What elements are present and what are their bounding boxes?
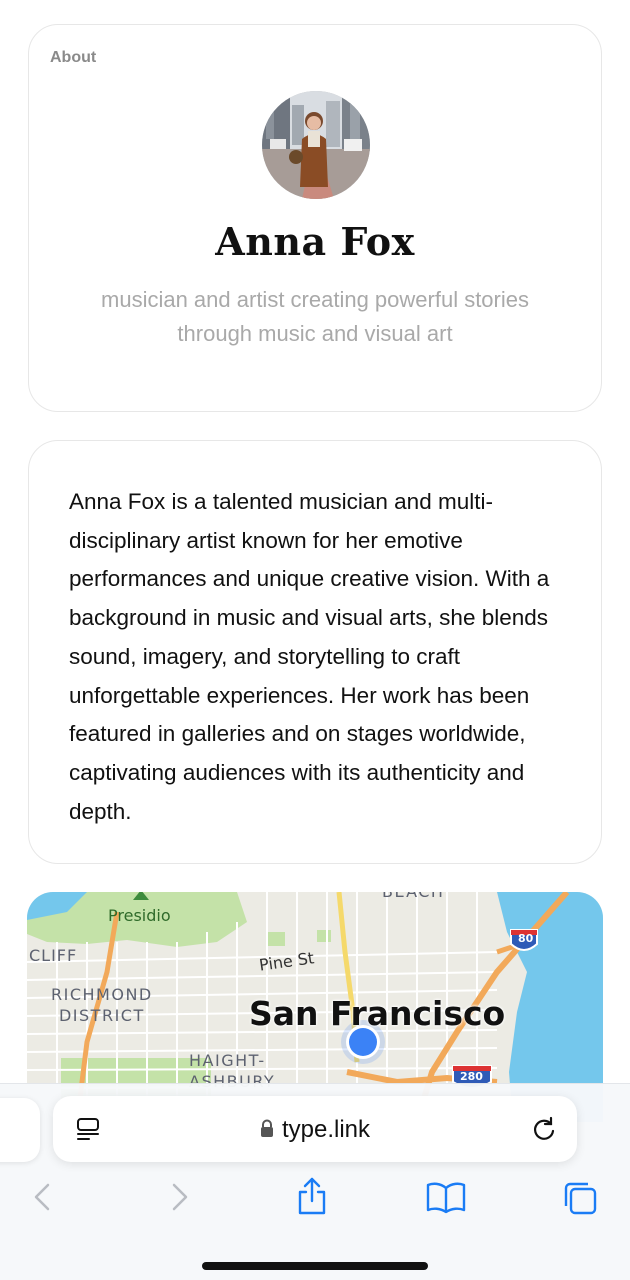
map-label-city: San Francisco xyxy=(249,994,506,1033)
forward-icon[interactable] xyxy=(166,1180,192,1219)
previous-tab-peek[interactable] xyxy=(0,1098,40,1162)
profile-card: About Anna Fox musician and artist creat… xyxy=(28,24,602,412)
section-label: About xyxy=(50,49,97,66)
profile-tagline: musician and artist creating powerful st… xyxy=(101,287,529,346)
map-label-cliff: CLIFF xyxy=(29,946,78,965)
browser-toolbar: type.link xyxy=(0,1083,630,1280)
highway-280-label: 280 xyxy=(460,1070,483,1083)
map-label-presidio: Presidio xyxy=(108,906,171,925)
home-indicator[interactable] xyxy=(202,1262,428,1270)
reload-icon[interactable] xyxy=(531,1116,557,1147)
bio-text: Anna Fox is a talented musician and mult… xyxy=(69,489,550,824)
avatar xyxy=(262,91,370,199)
map-label-beach: BEACH xyxy=(382,892,444,901)
bio-card: Anna Fox is a talented musician and mult… xyxy=(28,440,602,864)
lock-icon xyxy=(260,1119,274,1142)
url-text[interactable]: type.link xyxy=(282,1116,370,1144)
back-icon[interactable] xyxy=(30,1180,56,1219)
tabs-icon[interactable] xyxy=(562,1180,598,1221)
map-label-haight: HAIGHT- xyxy=(189,1051,266,1070)
highway-80-label: 80 xyxy=(518,932,534,945)
map-label-richmond: RICHMOND xyxy=(51,985,153,1004)
map-label-district: DISTRICT xyxy=(58,1006,145,1025)
bookmarks-icon[interactable] xyxy=(426,1180,466,1219)
share-icon[interactable] xyxy=(296,1176,328,1221)
map-label-richmond-district: RICHMOND DISTRICT xyxy=(51,984,153,1026)
address-bar[interactable]: type.link xyxy=(53,1096,577,1162)
profile-name: Anna Fox xyxy=(215,219,415,264)
